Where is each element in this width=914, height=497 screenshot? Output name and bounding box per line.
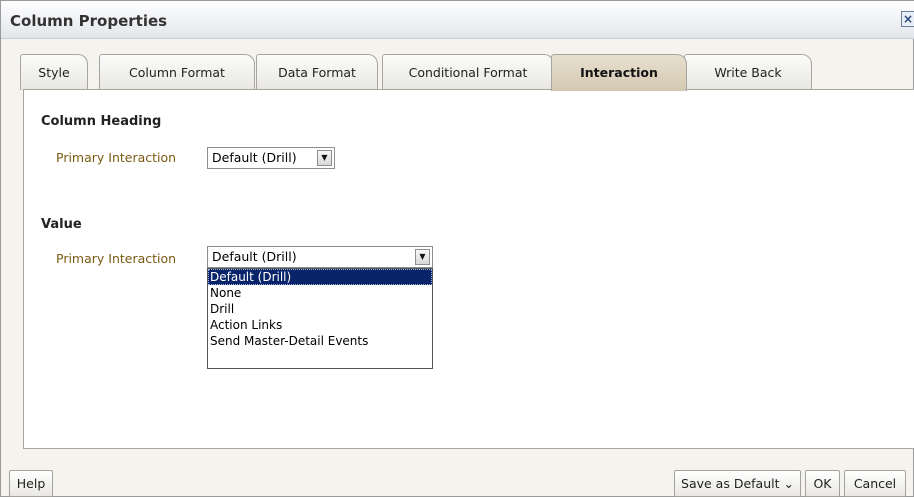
tab-data-format[interactable]: Data Format <box>256 54 378 90</box>
dropdown-option-action-links[interactable]: Action Links <box>208 317 432 333</box>
cancel-button[interactable]: Cancel <box>844 470 906 497</box>
dropdown-option-drill[interactable]: Drill <box>208 301 432 317</box>
value-select-value: Default (Drill) <box>212 249 297 264</box>
column-heading-title: Column Heading <box>41 114 162 129</box>
chevron-down-icon[interactable]: ▼ <box>415 249 430 265</box>
value-title: Value <box>41 217 82 232</box>
ok-button[interactable]: OK <box>805 470 840 497</box>
chevron-down-icon: ⌄ <box>783 476 794 491</box>
dropdown-option-default-drill[interactable]: Default (Drill) <box>208 269 432 285</box>
interaction-panel <box>23 89 914 449</box>
column-heading-select-value: Default (Drill) <box>212 150 297 165</box>
close-icon[interactable]: × <box>901 11 914 27</box>
value-primary-interaction-select[interactable]: Default (Drill) ▼ <box>207 246 433 268</box>
dialog-title: Column Properties <box>10 12 168 30</box>
value-primary-interaction-label: Primary Interaction <box>56 251 177 266</box>
value-primary-interaction-dropdown: Default (Drill) None Drill Action Links … <box>207 268 433 369</box>
tab-style[interactable]: Style <box>20 54 88 90</box>
tab-write-back[interactable]: Write Back <box>684 54 812 90</box>
dialog-titlebar[interactable]: Column Properties × <box>1 1 914 39</box>
column-heading-primary-interaction-select[interactable]: Default (Drill) ▼ <box>207 147 335 169</box>
tab-column-format[interactable]: Column Format <box>99 54 255 90</box>
chevron-down-icon[interactable]: ▼ <box>317 150 332 166</box>
dropdown-option-send-master-detail-events[interactable]: Send Master-Detail Events <box>208 333 432 349</box>
save-as-default-label: Save as Default <box>681 476 780 491</box>
column-heading-primary-interaction-label: Primary Interaction <box>56 150 177 165</box>
column-properties-dialog: Column Properties × Style Column Format … <box>0 0 914 497</box>
save-as-default-button[interactable]: Save as Default ⌄ <box>674 470 801 497</box>
help-button[interactable]: Help <box>9 470 53 497</box>
tab-conditional-format[interactable]: Conditional Format <box>382 54 554 90</box>
tab-interaction[interactable]: Interaction <box>551 54 687 91</box>
dropdown-option-none[interactable]: None <box>208 285 432 301</box>
